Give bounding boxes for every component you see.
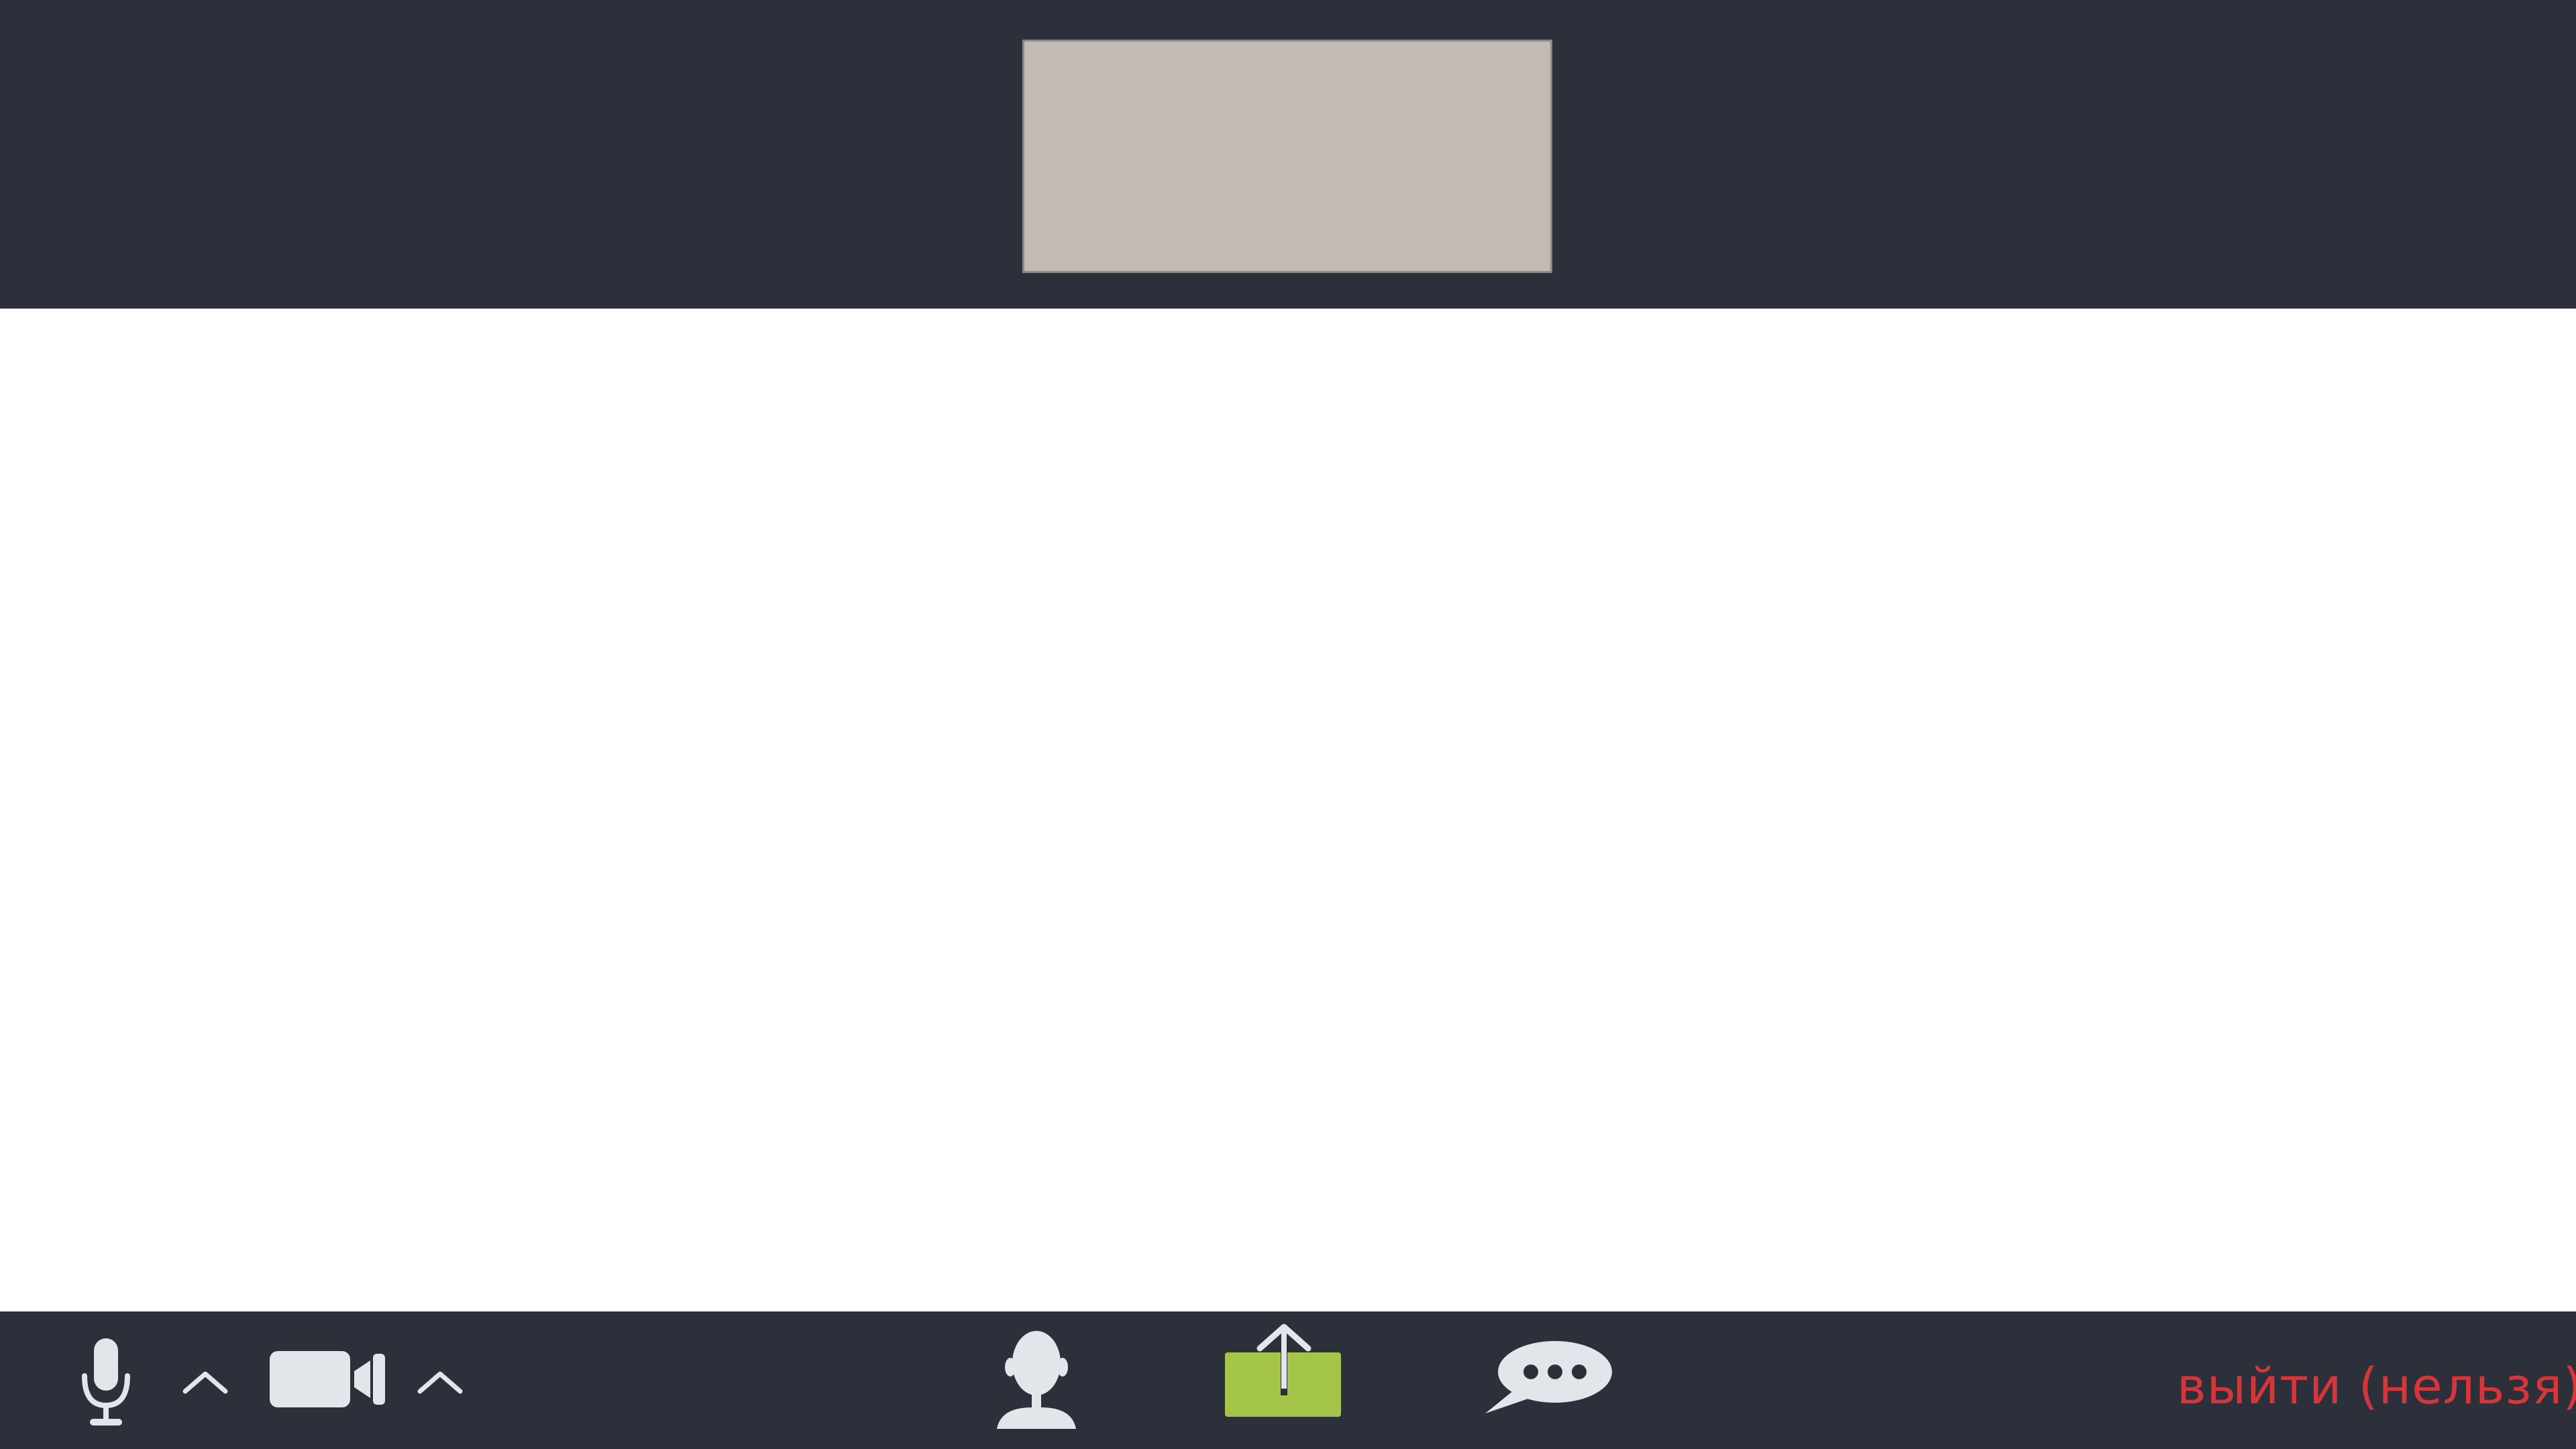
participants-button[interactable]	[993, 1328, 1080, 1432]
microphone-options-button[interactable]	[181, 1368, 229, 1395]
microphone-button[interactable]	[79, 1338, 133, 1429]
chevron-up-icon	[417, 1371, 463, 1394]
share-screen-button[interactable]	[1221, 1320, 1345, 1421]
share-screen-icon	[1225, 1324, 1341, 1417]
microphone-icon	[82, 1338, 130, 1426]
chat-button[interactable]	[1481, 1338, 1615, 1415]
speaker-video-tile[interactable]	[1022, 40, 1552, 273]
chat-bubble-icon	[1485, 1341, 1612, 1413]
chevron-up-icon	[182, 1371, 228, 1394]
main-stage	[0, 309, 2576, 1311]
participant-icon	[997, 1331, 1076, 1429]
camera-options-button[interactable]	[416, 1368, 464, 1395]
camera-button[interactable]	[270, 1348, 388, 1410]
leave-meeting-button[interactable]: выйти (нельзя)	[2177, 1350, 2576, 1424]
top-video-strip	[0, 0, 2576, 309]
video-camera-icon	[270, 1351, 385, 1407]
